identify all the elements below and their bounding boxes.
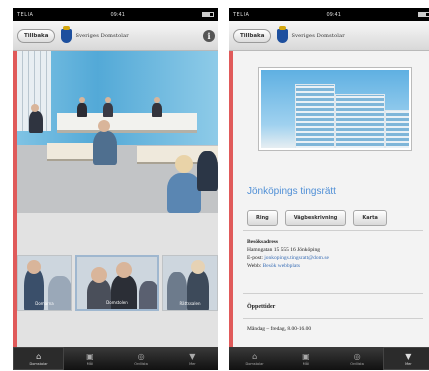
courthouse-photo xyxy=(259,68,411,150)
tab-mer[interactable]: ▼ Mer xyxy=(167,347,218,370)
brand-text: Sveriges Domstolar xyxy=(291,32,345,39)
divider xyxy=(243,293,423,294)
tab-bar: ⌂ Domstolar ▣ Mål ◎ Ordlista ▼ Mer xyxy=(13,347,218,370)
briefcase-icon: ▣ xyxy=(302,351,310,361)
filter-icon: ▼ xyxy=(405,351,412,361)
crest-icon xyxy=(277,25,289,43)
tab-mal[interactable]: ▣ Mål xyxy=(280,347,331,370)
divider xyxy=(243,230,423,231)
address-block: Besöksadress Hamngatan 15 555 16 Jönköpi… xyxy=(247,238,329,270)
carrier-label: TELIA xyxy=(17,11,34,18)
call-button[interactable]: Ring xyxy=(247,210,278,226)
thumbnail-caption: Rättssalen xyxy=(179,301,201,306)
filter-icon: ▼ xyxy=(189,351,196,361)
tab-bar: ⌂ Domstolar ▣ Mål ◎ Ordlista ▼ Mer xyxy=(229,347,429,370)
navigation-bar: Tillbaka Sveriges Domstolar i xyxy=(13,21,218,51)
courtroom-photo xyxy=(17,51,218,213)
carrier-label: TELIA xyxy=(233,11,250,18)
map-button[interactable]: Karta xyxy=(353,210,387,226)
brand-text: Sveriges Domstolar xyxy=(75,32,129,39)
crest-icon xyxy=(61,25,73,43)
clock: 09:41 xyxy=(326,11,341,18)
status-bar: TELIA 09:41 xyxy=(13,8,218,21)
tab-domstolar[interactable]: ⌂ Domstolar xyxy=(13,347,65,370)
battery-icon xyxy=(201,12,214,17)
book-icon: ◎ xyxy=(353,351,361,361)
directions-button[interactable]: Vägbeskrivning xyxy=(284,210,347,226)
clock: 09:41 xyxy=(110,11,125,18)
battery-icon xyxy=(417,12,429,17)
book-icon: ◎ xyxy=(137,351,145,361)
tab-ordlista[interactable]: ◎ Ordlista xyxy=(116,347,167,370)
back-button[interactable]: Tillbaka xyxy=(233,28,272,43)
phone-screen-court-detail: TELIA 09:41 Tillbaka Sveriges Domstolar … xyxy=(229,8,429,370)
navigation-bar: Tillbaka Sveriges Domstolar xyxy=(229,21,429,51)
web-link[interactable]: Besök webbplats xyxy=(263,263,300,269)
email-link[interactable]: jonkopings.tingsratt@dom.se xyxy=(264,255,329,261)
courthouse-icon: ⌂ xyxy=(252,351,258,361)
visit-heading: Besöksadress xyxy=(247,239,279,245)
back-button[interactable]: Tillbaka xyxy=(17,28,56,43)
email-label: E-post: xyxy=(247,255,263,261)
divider xyxy=(243,318,423,319)
courthouse-icon: ⌂ xyxy=(36,351,42,361)
thumbnail-caption: Domarna xyxy=(35,301,54,306)
court-title: Jönköpings tingsrätt xyxy=(247,186,336,197)
thumbnail-strip: Domarna Domstolen Rättssalen xyxy=(17,213,218,347)
tab-ordlista[interactable]: ◎ Ordlista xyxy=(332,347,383,370)
web-label: Webb: xyxy=(247,263,262,269)
tab-mal[interactable]: ▣ Mål xyxy=(64,347,115,370)
hours-heading: Öppettider xyxy=(247,304,276,310)
thumbnail-caption: Domstolen xyxy=(106,300,128,305)
thumbnail-rattssalen[interactable]: Rättssalen xyxy=(162,255,218,311)
screenshot-page: TELIA 09:41 Tillbaka Sveriges Domstolar … xyxy=(0,0,429,371)
status-bar: TELIA 09:41 xyxy=(229,8,429,21)
tab-mer[interactable]: ▼ Mer xyxy=(382,347,429,370)
thumbnail-domarna[interactable]: Domarna xyxy=(17,255,72,311)
hours-value: Måndag – fredag, 8.00-16.00 xyxy=(247,326,312,332)
action-buttons: Ring Vägbeskrivning Karta xyxy=(247,210,387,226)
info-icon[interactable]: i xyxy=(203,29,215,42)
visit-address: Hamngatan 15 555 16 Jönköping xyxy=(247,247,321,253)
phone-screen-gallery: TELIA 09:41 Tillbaka Sveriges Domstolar … xyxy=(13,8,218,370)
tab-domstolar[interactable]: ⌂ Domstolar xyxy=(229,347,280,370)
briefcase-icon: ▣ xyxy=(86,351,94,361)
thumbnail-domstolen[interactable]: Domstolen xyxy=(75,255,159,311)
accent-bar xyxy=(229,51,233,347)
brand-logo: Sveriges Domstolar xyxy=(277,25,345,43)
brand-logo: Sveriges Domstolar xyxy=(61,25,129,43)
